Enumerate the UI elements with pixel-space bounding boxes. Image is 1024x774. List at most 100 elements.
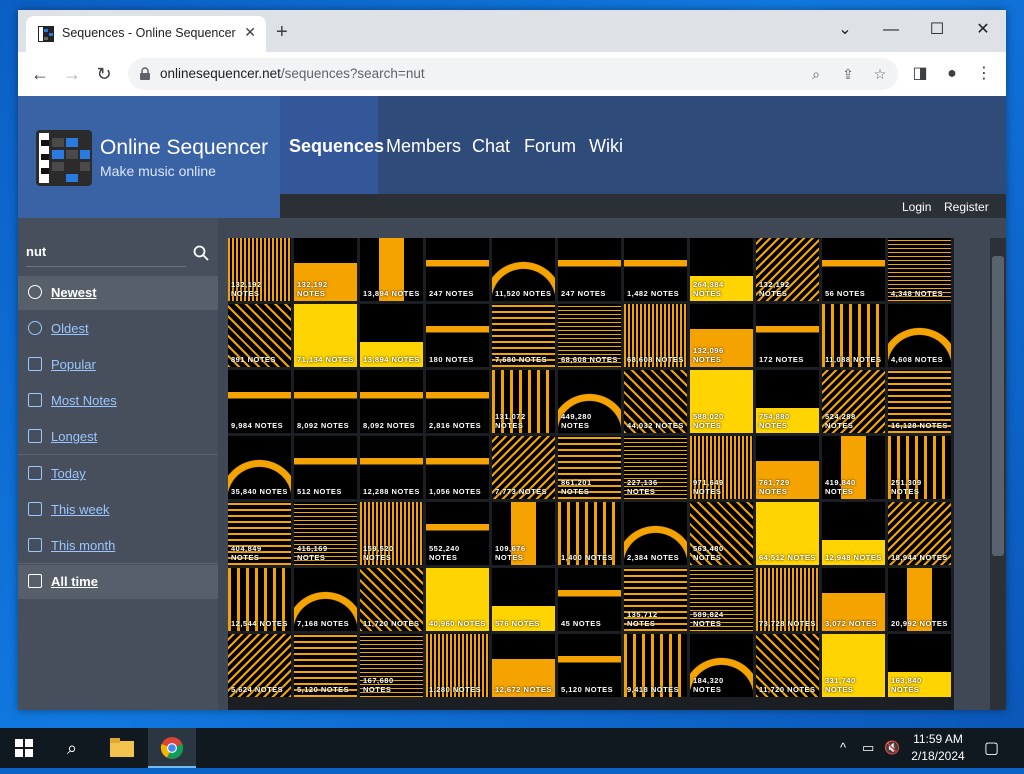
sequence-tile[interactable]: 56 NOTES <box>822 238 885 301</box>
sequence-tile[interactable]: 1,482 NOTES <box>624 238 687 301</box>
minimize-icon[interactable]: — <box>868 16 914 44</box>
sequence-tile[interactable]: 16,128 NOTES <box>888 370 951 433</box>
sidebar-item-this-month[interactable]: This month <box>18 529 218 563</box>
sequence-tile[interactable]: 251,309 NOTES <box>888 436 951 499</box>
sequence-tile[interactable]: 4,348 NOTES <box>888 238 951 301</box>
notifications-icon[interactable]: ▢ <box>984 738 999 758</box>
sequence-tile[interactable]: 167,680 NOTES <box>360 634 423 697</box>
sequence-tile[interactable]: 4,608 NOTES <box>888 304 951 367</box>
sequence-tile[interactable]: 512 NOTES <box>294 436 357 499</box>
sidebar-item-newest[interactable]: Newest <box>18 276 218 310</box>
sequence-tile[interactable]: 761,729 NOTES <box>756 436 819 499</box>
sequence-tile[interactable]: 419,840 NOTES <box>822 436 885 499</box>
sequence-tile[interactable]: 131,072 NOTES <box>492 370 555 433</box>
sequence-tile[interactable]: 13,894 NOTES <box>360 238 423 301</box>
sequence-tile[interactable]: 73,728 NOTES <box>756 568 819 631</box>
sequence-tile[interactable]: 40,960 NOTES <box>426 568 489 631</box>
sequence-tile[interactable]: 12,544 NOTES <box>228 568 291 631</box>
sequence-tile[interactable]: 8,092 NOTES <box>294 370 357 433</box>
sequence-tile[interactable]: 2,384 NOTES <box>624 502 687 565</box>
sequence-tile[interactable]: 5,624 NOTES <box>228 634 291 697</box>
sequence-tile[interactable]: 971,649 NOTES <box>690 436 753 499</box>
sidebar-item-today[interactable]: Today <box>18 457 218 491</box>
window-close-icon[interactable]: ✕ <box>960 16 1006 44</box>
sequence-tile[interactable]: 11,088 NOTES <box>822 304 885 367</box>
sequence-tile[interactable]: 9,418 NOTES <box>624 634 687 697</box>
login-link[interactable]: Login <box>902 200 931 214</box>
sequence-tile[interactable]: 1,056 NOTES <box>426 436 489 499</box>
sequence-tile[interactable]: 8,092 NOTES <box>360 370 423 433</box>
tab-search-icon[interactable]: ⌄ <box>822 16 868 44</box>
sequence-tile[interactable]: 13,894 NOTES <box>360 304 423 367</box>
menu-kebab-icon[interactable]: ⋮ <box>972 62 996 86</box>
sequence-tile[interactable]: 11,720 NOTES <box>756 634 819 697</box>
sequence-tile[interactable]: 5,120 NOTES <box>294 634 357 697</box>
sequence-tile[interactable]: 264,384 NOTES <box>690 238 753 301</box>
sequence-tile[interactable]: 5,120 NOTES <box>558 634 621 697</box>
new-tab-button[interactable]: + <box>276 22 288 42</box>
sequence-tile[interactable]: 132,192 NOTES <box>294 238 357 301</box>
sequence-tile[interactable]: 12,948 NOTES <box>822 502 885 565</box>
sequence-tile[interactable]: 11,520 NOTES <box>492 238 555 301</box>
sequence-tile[interactable]: 44,032 NOTES <box>624 370 687 433</box>
sequence-tile[interactable]: 45 NOTES <box>558 568 621 631</box>
sequence-tile[interactable]: 861,201 NOTES <box>558 436 621 499</box>
sequence-tile[interactable]: 754,880 NOTES <box>756 370 819 433</box>
profile-avatar-icon[interactable]: ● <box>940 62 964 86</box>
nav-sequences[interactable]: Sequences <box>289 136 384 157</box>
sidebar-item-all-time[interactable]: All time <box>18 565 218 599</box>
sequence-tile[interactable]: 20,992 NOTES <box>888 568 951 631</box>
sequence-tile[interactable]: 449,280 NOTES <box>558 370 621 433</box>
search-input[interactable]: nut <box>26 238 186 267</box>
sequence-tile[interactable]: 552,240 NOTES <box>426 502 489 565</box>
sequence-tile[interactable]: 12,672 NOTES <box>492 634 555 697</box>
sequence-tile[interactable]: 35,840 NOTES <box>228 436 291 499</box>
sequence-tile[interactable]: 7,773 NOTES <box>492 436 555 499</box>
nav-members[interactable]: Members <box>386 136 461 157</box>
sidebar-item-popular[interactable]: Popular <box>18 348 218 382</box>
sequence-tile[interactable]: 1,280 NOTES <box>426 634 489 697</box>
sequence-tile[interactable]: 563,480 NOTES <box>690 502 753 565</box>
system-clock[interactable]: 11:59 AM 2/18/2024 <box>906 731 970 765</box>
sequence-tile[interactable]: 1,400 NOTES <box>558 502 621 565</box>
address-bar[interactable]: onlinesequencer.net/sequences?search=nut… <box>128 58 898 90</box>
sequence-tile[interactable]: 331,740 NOTES <box>822 634 885 697</box>
nav-chat[interactable]: Chat <box>472 136 510 157</box>
bookmark-star-icon[interactable]: ☆ <box>870 64 890 84</box>
tray-chevron-icon[interactable]: ^ <box>840 740 846 755</box>
sequence-tile[interactable]: 109,676 NOTES <box>492 502 555 565</box>
search-icon[interactable] <box>193 245 209 261</box>
volume-muted-icon[interactable]: 🔇 <box>884 740 900 756</box>
sequence-tile[interactable]: 576 NOTES <box>492 568 555 631</box>
sequence-tile[interactable]: 68,608 NOTES <box>624 304 687 367</box>
sequence-tile[interactable]: 891 NOTES <box>228 304 291 367</box>
sequence-tile[interactable]: 7,168 NOTES <box>294 568 357 631</box>
back-icon[interactable]: ← <box>28 62 52 86</box>
sequence-tile[interactable]: 404,849 NOTES <box>228 502 291 565</box>
sequence-tile[interactable]: 132,192 NOTES <box>228 238 291 301</box>
sidebar-item-this-week[interactable]: This week <box>18 493 218 527</box>
sequence-tile[interactable]: 132,192 NOTES <box>756 238 819 301</box>
nav-forum[interactable]: Forum <box>524 136 576 157</box>
browser-tab[interactable]: Sequences - Online Sequencer ✕ <box>26 16 266 52</box>
sequence-tile[interactable]: 64,512 NOTES <box>756 502 819 565</box>
forward-icon[interactable]: → <box>60 62 84 86</box>
sidebar-item-oldest[interactable]: Oldest <box>18 312 218 346</box>
zoom-icon[interactable]: ⌕ <box>806 64 826 84</box>
sequence-tile[interactable]: 18,944 NOTES <box>888 502 951 565</box>
sequence-tile[interactable]: 416,169 NOTES <box>294 502 357 565</box>
sequence-tile[interactable]: 227,136 NOTES <box>624 436 687 499</box>
sequence-tile[interactable]: 11,720 NOTES <box>360 568 423 631</box>
sequence-tile[interactable]: 588,020 NOTES <box>690 370 753 433</box>
brand-block[interactable]: Online Sequencer Make music online <box>18 96 280 218</box>
nav-wiki[interactable]: Wiki <box>589 136 623 157</box>
sequence-tile[interactable]: 9,984 NOTES <box>228 370 291 433</box>
taskbar-search-icon[interactable]: ⌕ <box>48 728 96 768</box>
sidebar-item-longest[interactable]: Longest <box>18 420 218 454</box>
sequence-tile[interactable]: 247 NOTES <box>558 238 621 301</box>
sequence-tile[interactable]: 589,824 NOTES <box>690 568 753 631</box>
reload-icon[interactable]: ↻ <box>92 62 116 86</box>
sequence-tile[interactable]: 172 NOTES <box>756 304 819 367</box>
file-explorer-icon[interactable] <box>98 728 146 768</box>
share-icon[interactable]: ⇪ <box>838 64 858 84</box>
